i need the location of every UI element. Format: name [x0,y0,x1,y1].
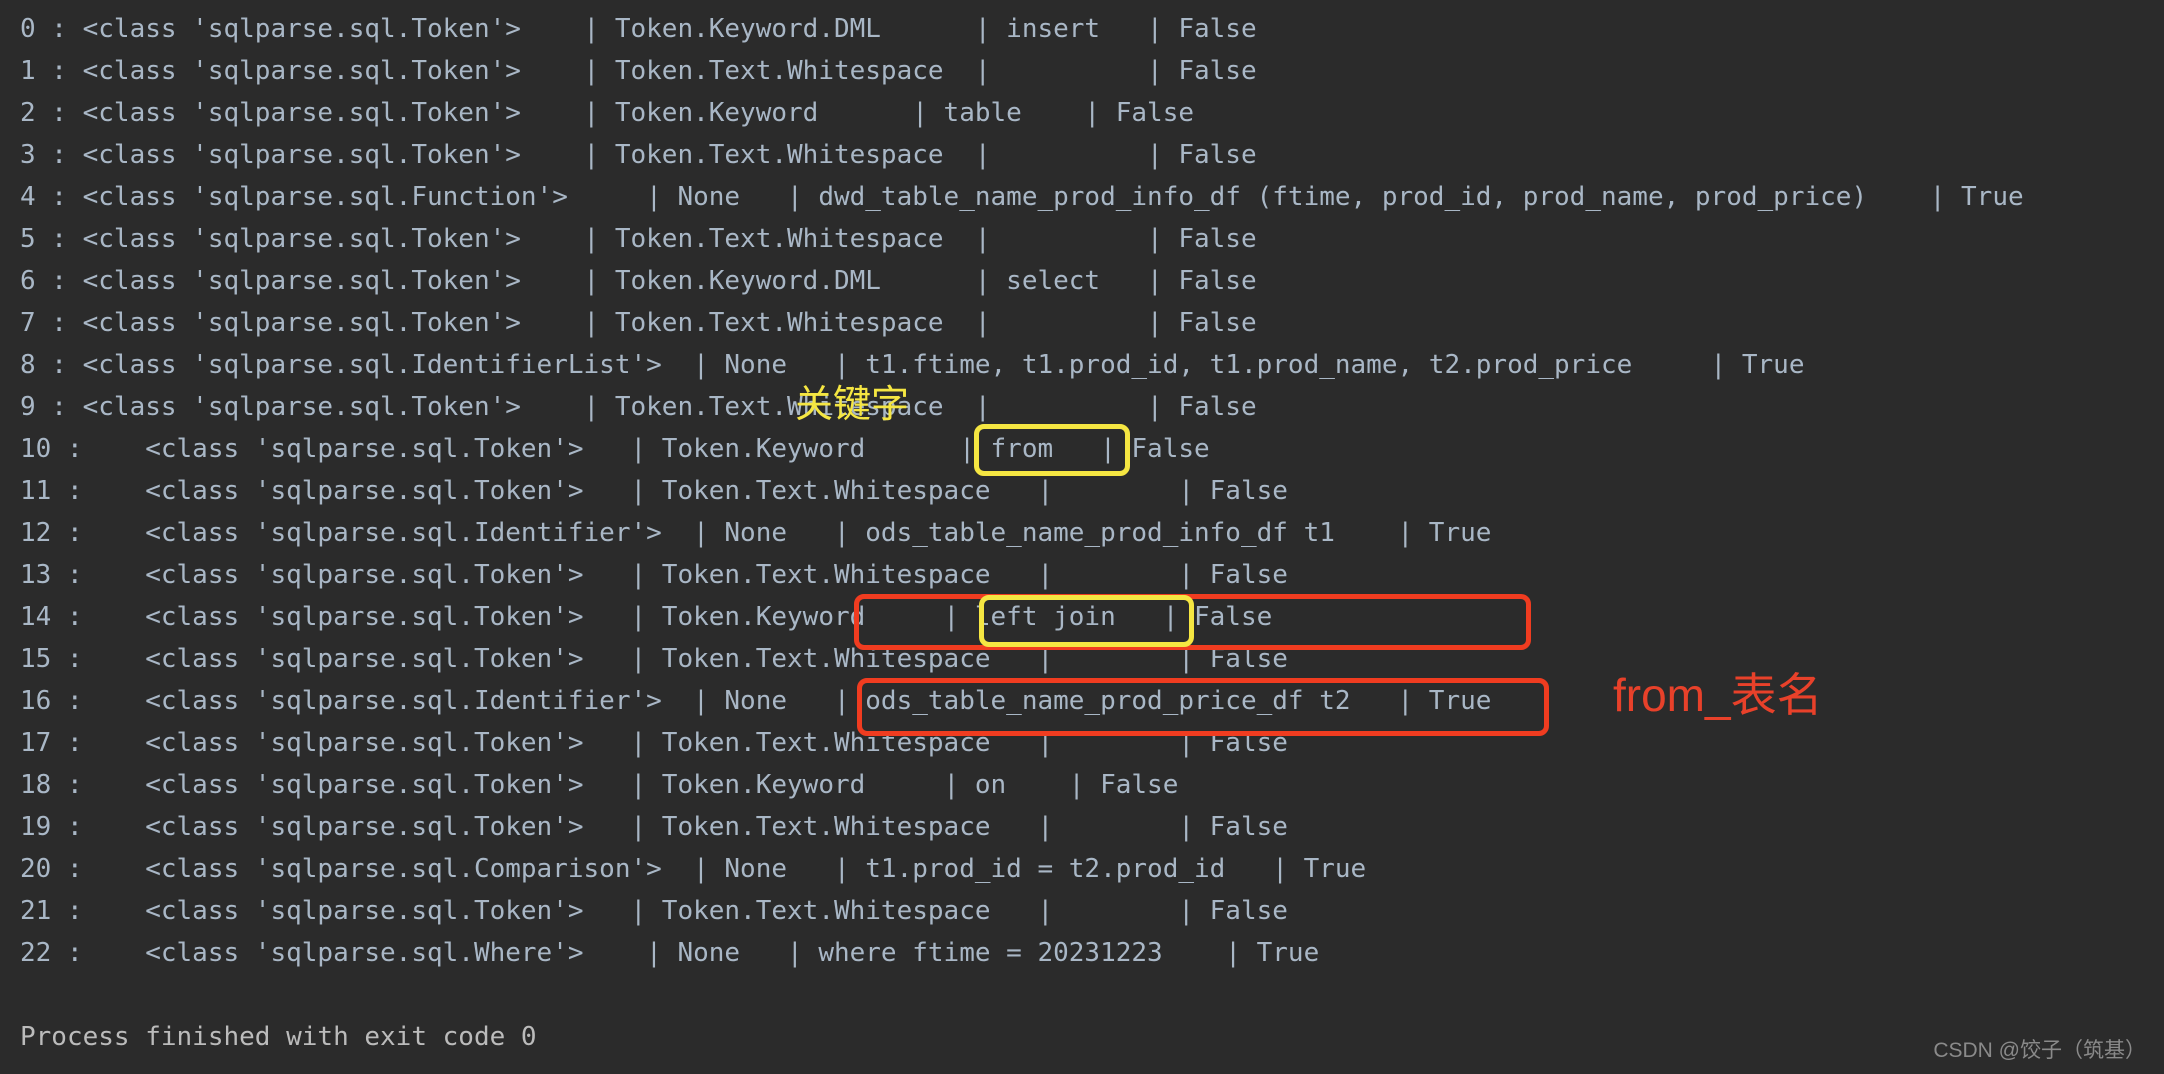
console-line: 17 : <class 'sqlparse.sql.Token'> | Toke… [20,728,1288,758]
console-line: 19 : <class 'sqlparse.sql.Token'> | Toke… [20,812,1288,842]
console-line: 22 : <class 'sqlparse.sql.Where'> | None… [20,938,1320,968]
console-line: 21 : <class 'sqlparse.sql.Token'> | Toke… [20,896,1288,926]
console-line: 2 : <class 'sqlparse.sql.Token'> | Token… [20,98,1194,128]
console-line: 3 : <class 'sqlparse.sql.Token'> | Token… [20,140,1257,170]
console-line: 11 : <class 'sqlparse.sql.Token'> | Toke… [20,476,1288,506]
console-line: 14 : <class 'sqlparse.sql.Token'> | Toke… [20,602,1273,632]
console-line: 6 : <class 'sqlparse.sql.Token'> | Token… [20,266,1257,296]
watermark: CSDN @饺子（筑基） [1933,1039,2146,1062]
console-line: 18 : <class 'sqlparse.sql.Token'> | Toke… [20,770,1179,800]
console-line: 15 : <class 'sqlparse.sql.Token'> | Toke… [20,644,1288,674]
console-line: 20 : <class 'sqlparse.sql.Comparison'> |… [20,854,1367,884]
console-line: 9 : <class 'sqlparse.sql.Token'> | Token… [20,392,1257,422]
console-line: 5 : <class 'sqlparse.sql.Token'> | Token… [20,224,1257,254]
console-window: 0 : <class 'sqlparse.sql.Token'> | Token… [0,0,2164,1074]
console-line: 0 : <class 'sqlparse.sql.Token'> | Token… [20,14,1257,44]
console-line: 12 : <class 'sqlparse.sql.Identifier'> |… [20,518,1492,548]
console-line: 16 : <class 'sqlparse.sql.Identifier'> |… [20,686,1492,716]
console-line: 10 : <class 'sqlparse.sql.Token'> | Toke… [20,434,1210,464]
console-line: 4 : <class 'sqlparse.sql.Function'> | No… [20,182,2024,212]
run-console-output[interactable]: 0 : <class 'sqlparse.sql.Token'> | Token… [0,0,2164,1058]
console-line: 8 : <class 'sqlparse.sql.IdentifierList'… [20,350,1805,380]
console-line: 13 : <class 'sqlparse.sql.Token'> | Toke… [20,560,1288,590]
console-line: 1 : <class 'sqlparse.sql.Token'> | Token… [20,56,1257,86]
console-line: 7 : <class 'sqlparse.sql.Token'> | Token… [20,308,1257,338]
process-exit-message: Process finished with exit code 0 [20,1022,537,1052]
